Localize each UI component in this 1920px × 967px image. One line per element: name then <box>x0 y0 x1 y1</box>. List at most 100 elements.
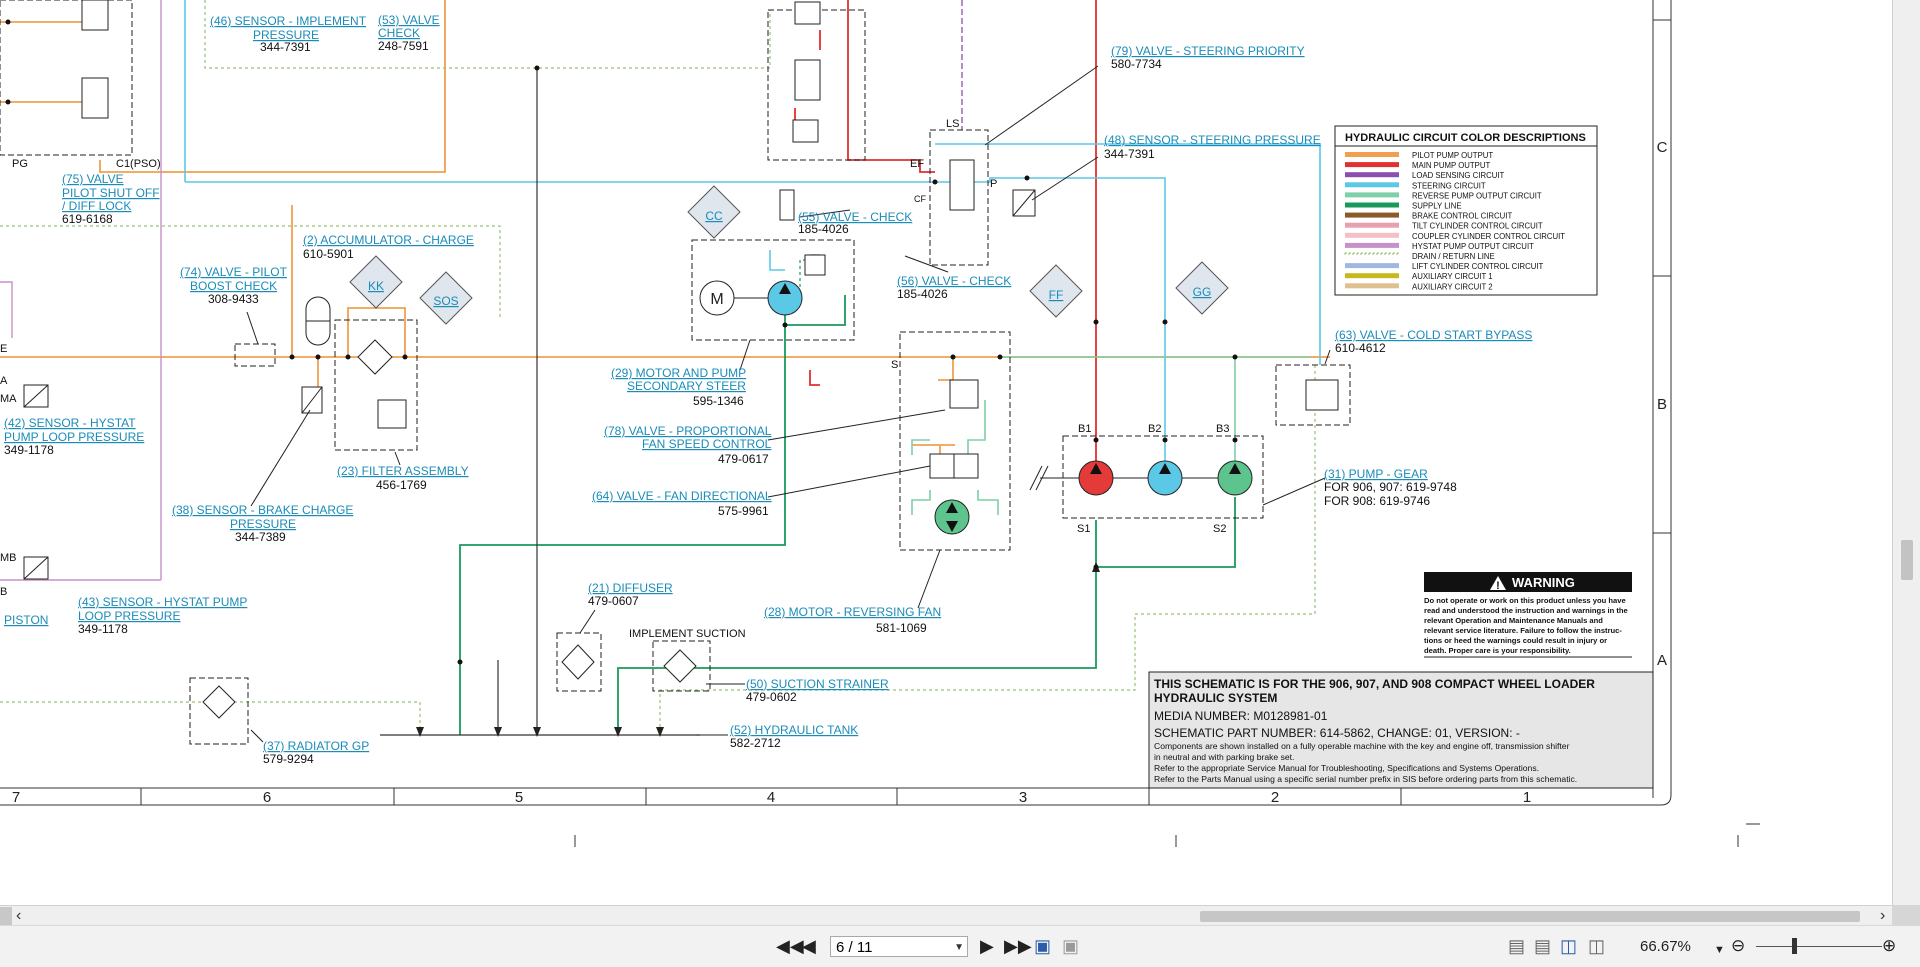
svg-text:MA: MA <box>0 393 17 405</box>
legend-item-label: AUXILIARY CIRCUIT 2 <box>1412 282 1493 291</box>
horizontal-scrollbar-thumb[interactable] <box>1200 911 1860 922</box>
next-page-icon[interactable]: ▶ <box>980 936 994 956</box>
document-viewport[interactable]: 7 6 5 4 3 2 1 C B A M CC KK SOS FF GG PG… <box>0 0 1892 905</box>
svg-text:relevant Operation and Mainten: relevant Operation and Maintenance Manua… <box>1424 616 1603 625</box>
continuous-facing-view-icon[interactable]: ◫ <box>1588 936 1605 956</box>
continuous-view-icon[interactable]: ▤ <box>1534 936 1551 956</box>
legend-item-label: TILT CYLINDER CONTROL CIRCUIT <box>1412 222 1543 231</box>
callout-valve-fan-directional[interactable]: (64) VALVE - FAN DIRECTIONAL 575-9961 <box>592 489 772 518</box>
callout-filter-assembly[interactable]: (23) FILTER ASSEMBLY 456-1769 <box>337 464 469 492</box>
legend-swatch <box>1345 263 1399 269</box>
callout-sensor-hystat-pump-loop-pressure[interactable]: (42) SENSOR - HYSTAT PUMP LOOP PRESSURE … <box>4 416 144 457</box>
legend-item-label: STEERING CIRCUIT <box>1412 181 1486 190</box>
svg-text:344-7391: 344-7391 <box>260 40 311 54</box>
callout-motor-and-pump-secondary-steer[interactable]: (29) MOTOR AND PUMP SECONDARY STEER 595-… <box>611 366 746 408</box>
svg-text:CHECK: CHECK <box>378 26 420 40</box>
svg-text:456-1769: 456-1769 <box>376 478 427 492</box>
svg-text:(50) SUCTION STRAINER: (50) SUCTION STRAINER <box>746 677 889 691</box>
callout-sensor-implement-pressure[interactable]: (46) SENSOR - IMPLEMENT PRESSURE 344-739… <box>210 14 367 54</box>
callout-radiator-gp[interactable]: (37) RADIATOR GP 579-9294 <box>263 739 369 766</box>
grid-row-c: C <box>1657 139 1668 156</box>
callout-valve-steering-priority[interactable]: (79) VALVE - STEERING PRIORITY 580-7734 <box>1111 44 1305 71</box>
svg-text:death. Proper care is your res: death. Proper care is your responsibilit… <box>1424 646 1571 655</box>
grid-col-3: 3 <box>1019 789 1027 806</box>
callout-valve-pilot-shut-off[interactable]: (75) VALVE PILOT SHUT OFF / DIFF LOCK 61… <box>62 172 160 226</box>
zoom-out-icon[interactable]: ⊖ <box>1731 936 1745 956</box>
scroll-left-stub[interactable] <box>0 907 12 925</box>
facing-view-icon[interactable]: ◫ <box>1560 936 1577 956</box>
grid-row-b: B <box>1657 396 1667 413</box>
callout-motor-reversing-fan[interactable]: (28) MOTOR - REVERSING FAN 581-1069 <box>764 605 941 635</box>
grid-column-labels: 7 6 5 4 3 2 1 <box>12 789 1531 806</box>
chevron-down-icon[interactable]: ▼ <box>954 937 964 958</box>
svg-text:PRESSURE: PRESSURE <box>230 517 296 531</box>
zoom-in-icon[interactable]: ⊕ <box>1882 936 1896 956</box>
legend-item-label: DRAIN / RETURN LINE <box>1412 252 1495 261</box>
single-page-view-icon[interactable]: ▤ <box>1508 936 1525 956</box>
svg-text:Refer to the Parts Manual usin: Refer to the Parts Manual using a specif… <box>1154 774 1577 784</box>
svg-text:Do not operate or work on this: Do not operate or work on this product u… <box>1424 596 1626 605</box>
diamond-gg[interactable]: GG <box>1193 285 1212 299</box>
svg-text:B1: B1 <box>1078 423 1091 435</box>
previous-page-icon[interactable]: ◀ <box>802 936 816 956</box>
svg-text:MEDIA NUMBER: M0128981-01: MEDIA NUMBER: M0128981-01 <box>1154 709 1328 723</box>
svg-text:610-5901: 610-5901 <box>303 247 354 261</box>
fit-width-icon[interactable]: ▣ <box>1062 936 1079 956</box>
horizontal-scrollbar[interactable]: ‹ › <box>0 905 1892 926</box>
svg-text:PUMP LOOP PRESSURE: PUMP LOOP PRESSURE <box>4 430 144 444</box>
legend-item-label: MAIN PUMP OUTPUT <box>1412 161 1490 170</box>
svg-text:248-7591: 248-7591 <box>378 39 429 53</box>
svg-text:relevant service literature. F: relevant service literature. Failure to … <box>1424 626 1622 635</box>
svg-text:S: S <box>891 359 898 371</box>
scroll-left-arrow-icon[interactable]: ‹ <box>16 907 21 925</box>
zoom-level[interactable]: 66.67% <box>1640 936 1691 957</box>
leader-lines <box>246 65 1331 743</box>
vertical-scrollbar-thumb[interactable] <box>1901 540 1913 580</box>
callout-valve-check-55[interactable]: (55) VALVE - CHECK 185-4026 <box>798 210 912 236</box>
callout-valve-check-53[interactable]: (53) VALVE CHECK 248-7591 <box>378 13 440 53</box>
callout-suction-strainer[interactable]: (50) SUCTION STRAINER 479-0602 <box>746 677 889 704</box>
svg-text:(75) VALVE: (75) VALVE <box>62 172 124 186</box>
zoom-dropdown-icon[interactable]: ▼ <box>1714 940 1725 960</box>
svg-text:FOR 906, 907: 619-9748: FOR 906, 907: 619-9748 <box>1324 480 1457 494</box>
svg-text:PISTON[interactable]: PISTON <box>4 613 48 627</box>
vertical-scrollbar[interactable] <box>1892 0 1920 905</box>
warning-box: ! WARNING Do not operate or work on this… <box>1424 572 1632 658</box>
callout-valve-proportional-fan-speed[interactable]: (78) VALVE - PROPORTIONAL FAN SPEED CONT… <box>604 424 772 466</box>
callout-valve-check-56[interactable]: (56) VALVE - CHECK 185-4026 <box>897 274 1011 301</box>
fit-page-icon[interactable]: ▣ <box>1034 936 1051 956</box>
svg-text:610-4612: 610-4612 <box>1335 341 1386 355</box>
svg-text:(64) VALVE - FAN DIRECTIONAL: (64) VALVE - FAN DIRECTIONAL <box>592 489 772 503</box>
legend-swatch <box>1345 172 1399 178</box>
diamond-cc[interactable]: CC <box>705 209 723 223</box>
callout-sensor-hystat-pump-loop-pressure-43[interactable]: (43) SENSOR - HYSTAT PUMP LOOP PRESSURE … <box>78 595 247 636</box>
first-page-icon[interactable]: ◀◀ <box>776 936 804 956</box>
svg-text:(21) DIFFUSER: (21) DIFFUSER <box>588 581 673 595</box>
zoom-slider-handle[interactable] <box>1792 938 1797 954</box>
callout-valve-cold-start-bypass[interactable]: (63) VALVE - COLD START BYPASS 610-4612 <box>1335 328 1532 355</box>
svg-text:S2: S2 <box>1213 523 1226 535</box>
svg-text:580-7734: 580-7734 <box>1111 57 1162 71</box>
grid-col-5: 5 <box>515 789 523 806</box>
svg-text:(52) HYDRAULIC TANK: (52) HYDRAULIC TANK <box>730 723 858 737</box>
svg-text:Refer to the appropriate Servi: Refer to the appropriate Service Manual … <box>1154 763 1539 773</box>
zoom-slider[interactable] <box>1756 946 1882 947</box>
svg-text:/ DIFF LOCK: / DIFF LOCK <box>62 199 131 213</box>
callout-sensor-steering-pressure[interactable]: (48) SENSOR - STEERING PRESSURE 344-7391 <box>1104 133 1321 161</box>
svg-text:(78) VALVE - PROPORTIONAL: (78) VALVE - PROPORTIONAL <box>604 424 772 438</box>
callout-diffuser[interactable]: (21) DIFFUSER 479-0607 <box>588 581 673 608</box>
svg-text:CF: CF <box>914 194 926 204</box>
page-number-field[interactable]: 6 / 11 ▼ <box>830 936 968 957</box>
callout-pump-gear[interactable]: (31) PUMP - GEAR FOR 906, 907: 619-9748 … <box>1324 467 1457 508</box>
scroll-right-arrow-icon[interactable]: › <box>1880 907 1885 925</box>
callout-accumulator-charge[interactable]: (2) ACCUMULATOR - CHARGE 610-5901 <box>303 233 474 261</box>
svg-text:(46) SENSOR - IMPLEMENT: (46) SENSOR - IMPLEMENT <box>210 14 367 28</box>
diamond-ff[interactable]: FF <box>1049 288 1064 302</box>
callout-sensor-brake-charge-pressure[interactable]: (38) SENSOR - BRAKE CHARGE PRESSURE 344-… <box>172 503 353 544</box>
callout-valve-pilot-boost-check[interactable]: (74) VALVE - PILOT BOOST CHECK 308-9433 <box>180 265 288 306</box>
diamond-sos[interactable]: SOS <box>433 294 458 308</box>
last-page-icon[interactable]: ▶▶ <box>1004 936 1032 956</box>
sensor-symbols <box>23 189 1036 580</box>
callout-hydraulic-tank[interactable]: (52) HYDRAULIC TANK 582-2712 <box>730 723 858 750</box>
diamond-kk[interactable]: KK <box>368 279 384 293</box>
